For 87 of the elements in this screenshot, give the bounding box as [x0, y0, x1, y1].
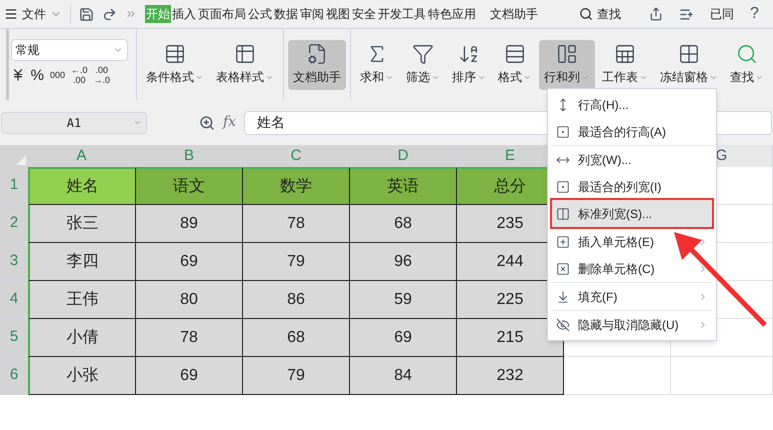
ribbon-tab[interactable]: 视图: [325, 5, 351, 23]
ribbon-button[interactable]: 工作表: [597, 40, 653, 90]
fill-down-icon: [556, 290, 570, 304]
ribbon-tab[interactable]: 开发工具: [377, 5, 427, 23]
standard-width-icon: [556, 206, 570, 220]
table-cell: 96: [350, 243, 457, 281]
ribbon-tab[interactable]: 审阅: [299, 5, 325, 23]
share-icon[interactable]: [649, 7, 663, 21]
name-box[interactable]: A1: [1, 112, 147, 134]
ribbon-button[interactable]: 格式: [493, 40, 537, 90]
table-cell: 68: [243, 319, 350, 357]
redo-icon[interactable]: [102, 6, 117, 22]
menu-item[interactable]: 填充(F): [552, 283, 712, 310]
ribbon-button[interactable]: 文档助手: [288, 40, 346, 90]
conditional-format-icon: [164, 43, 186, 65]
ribbon-tab[interactable]: 插入: [171, 5, 197, 23]
menu-icon[interactable]: [4, 7, 18, 21]
file-menu[interactable]: 文件: [22, 5, 46, 23]
table-cell: 数学: [243, 167, 350, 205]
number-format-button[interactable]: %: [30, 68, 44, 82]
table-cell: 小张: [28, 357, 136, 395]
table-cell: 语文: [136, 167, 243, 205]
freeze-panes-icon: [678, 43, 700, 65]
table-cell: 英语: [350, 167, 457, 205]
table-cell: 59: [350, 281, 457, 319]
delete-cells-icon: [556, 262, 570, 276]
ribbon-tab[interactable]: 数据: [273, 5, 299, 23]
table-cell: 79: [243, 357, 350, 395]
table-cell: 232: [457, 357, 564, 395]
rows-columns-icon: [556, 43, 578, 65]
menu-item[interactable]: 标准列宽(S)...: [552, 200, 712, 227]
table-cell: 215: [457, 319, 564, 357]
number-format-button[interactable]: .00 →.0: [94, 65, 110, 85]
ribbon-button[interactable]: 条件格式: [141, 40, 209, 90]
number-format-button[interactable]: ←.0 .00: [71, 65, 88, 85]
table-cell: 小倩: [28, 319, 136, 357]
table-cell: 78: [243, 205, 350, 243]
save-icon[interactable]: [79, 6, 94, 22]
search-label[interactable]: 查找: [597, 5, 621, 23]
table-cell: 69: [136, 357, 243, 395]
sync-status[interactable]: 已同: [710, 5, 734, 23]
table-cell: 84: [350, 357, 457, 395]
number-format-button[interactable]: 000: [50, 70, 65, 80]
zoom-icon[interactable]: [199, 114, 215, 130]
ribbon-button[interactable]: 筛选: [401, 40, 445, 90]
help-button[interactable]: ?: [750, 2, 759, 26]
table-cell: 张三: [28, 205, 136, 243]
table-cell: 89: [136, 205, 243, 243]
insert-cells-icon: [556, 234, 570, 248]
format-table-icon: [504, 43, 526, 65]
autofit-icon: [556, 180, 570, 194]
search-icon: [736, 43, 758, 65]
ribbon-button[interactable]: 表格样式: [211, 40, 279, 90]
ribbon-button[interactable]: 行和列: [539, 40, 595, 90]
ribbon-button[interactable]: 排序: [447, 40, 491, 90]
list-icon[interactable]: [679, 6, 694, 22]
ribbon-button[interactable]: 冻结窗格: [655, 40, 723, 90]
ribbon-button[interactable]: 查找: [725, 40, 769, 90]
ribbon-tab[interactable]: 公式: [247, 5, 273, 23]
table-cell: 王伟: [28, 281, 136, 319]
table-style-icon: [234, 43, 256, 65]
filter-icon: [412, 43, 434, 65]
fx-label: fx: [223, 113, 236, 132]
table-cell: 79: [243, 243, 350, 281]
ribbon-button[interactable]: 求和: [355, 40, 399, 90]
table-cell: 80: [136, 281, 243, 319]
table-cell: 86: [243, 281, 350, 319]
table-cell: 李四: [28, 243, 136, 281]
more-icon[interactable]: [125, 8, 137, 20]
caret-icon[interactable]: [133, 118, 142, 127]
autofit-icon: [556, 124, 570, 138]
table-cell: 69: [136, 243, 243, 281]
ribbon-tab[interactable]: 文档助手: [489, 5, 539, 23]
ribbon-tab[interactable]: 安全: [351, 5, 377, 23]
hide-icon: [556, 318, 570, 332]
menu-item[interactable]: 隐藏与取消隐藏(U): [552, 311, 712, 338]
search-icon[interactable]: [579, 7, 593, 21]
table-cell: 69: [350, 319, 457, 357]
sort-icon: [458, 43, 480, 65]
number-format-field[interactable]: 常规: [10, 39, 128, 61]
ribbon-tab[interactable]: 页面布局: [197, 5, 247, 23]
document-wrench-icon: [306, 43, 328, 65]
worksheet-icon: [614, 43, 636, 65]
table-cell: 78: [136, 319, 243, 357]
ribbon-tab[interactable]: 特色应用: [427, 5, 477, 23]
table-cell: 68: [350, 205, 457, 243]
table-cell: 姓名: [28, 167, 136, 205]
